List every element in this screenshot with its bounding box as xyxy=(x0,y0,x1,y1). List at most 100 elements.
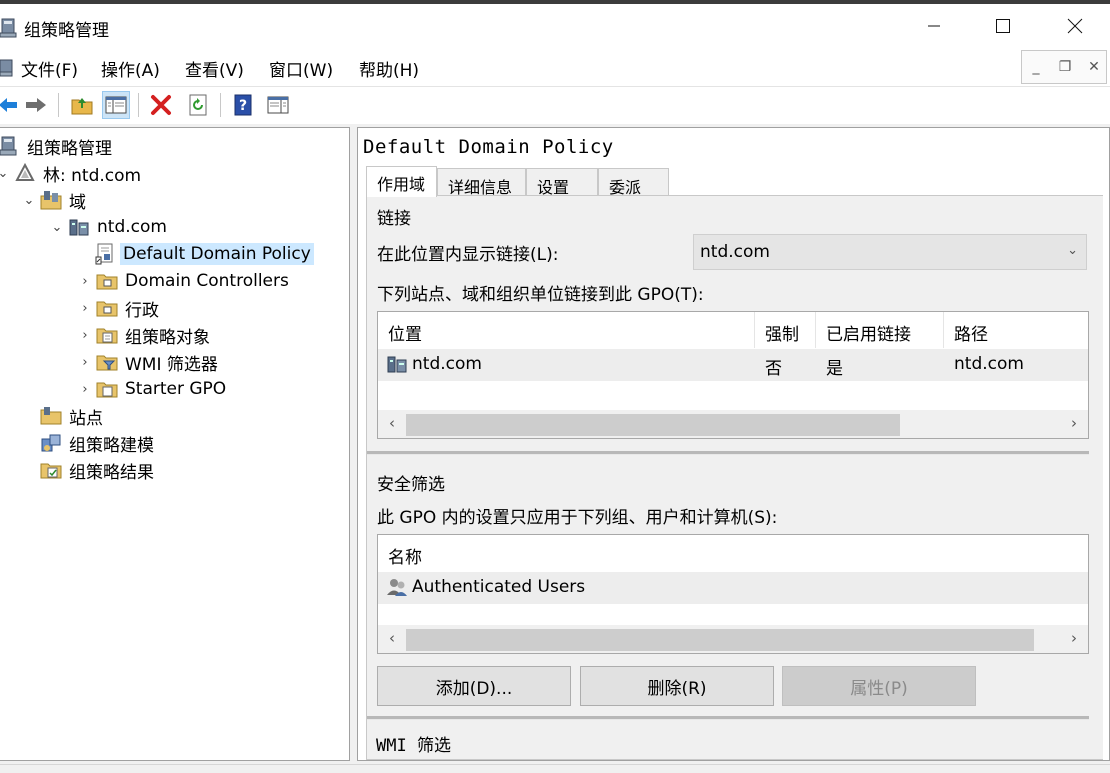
up-folder-button[interactable] xyxy=(68,91,96,119)
table-row[interactable]: ntd.com 否 是 ntd.com xyxy=(378,349,1088,381)
show-links-label: 在此位置内显示链接(L): xyxy=(377,245,559,265)
col-enforced[interactable]: 强制 xyxy=(755,312,816,348)
mdi-controls: _ ❐ ✕ xyxy=(1021,50,1107,84)
collapsed-chevron-icon[interactable]: › xyxy=(78,355,92,370)
starter-folder-icon xyxy=(96,378,118,400)
tree-item-default-domain-policy[interactable]: Default Domain Policy xyxy=(90,241,314,267)
collapsed-chevron-icon[interactable]: › xyxy=(78,274,92,289)
add-button[interactable]: 添加(D)... xyxy=(377,666,571,706)
detail-pane: Default Domain Policy 作用域 详细信息 设置 委派 链接 … xyxy=(357,127,1110,761)
delete-x-icon xyxy=(151,95,171,115)
show-hide-console-tree-button[interactable] xyxy=(102,91,130,119)
gpo-folder-icon xyxy=(96,324,118,346)
toolbar-separator xyxy=(220,93,221,117)
results-icon xyxy=(40,459,62,481)
tree-item-gp-results[interactable]: 组策略结果 xyxy=(36,457,157,483)
col-link-enabled[interactable]: 已启用链接 xyxy=(816,312,944,348)
tree-item-domain-controllers[interactable]: › Domain Controllers xyxy=(78,268,292,294)
user-group-icon xyxy=(387,579,407,596)
links-horizontal-scrollbar[interactable]: ‹ › xyxy=(378,410,1088,438)
menu-window[interactable]: 窗口(W) xyxy=(269,56,333,81)
tree-item-gpm-root[interactable]: 组策略管理 xyxy=(0,133,115,159)
svg-text:?: ? xyxy=(239,98,247,114)
properties-button[interactable]: 属性(P) xyxy=(782,666,976,706)
expanded-chevron-icon[interactable]: ⌄ xyxy=(0,166,10,181)
help-book-icon: ? xyxy=(234,94,252,116)
forward-arrow-icon xyxy=(26,98,46,112)
security-filtering-heading: 安全筛选 xyxy=(377,475,445,495)
security-filtering-label: 此 GPO 内的设置只应用于下列组、用户和计算机(S): xyxy=(377,508,778,528)
close-button[interactable] xyxy=(1040,4,1110,48)
location-dropdown-value: ntd.com xyxy=(700,242,770,262)
refresh-icon xyxy=(189,94,207,116)
tree-item-starter-gpo[interactable]: › Starter GPO xyxy=(78,376,229,402)
remove-button[interactable]: 删除(R) xyxy=(580,666,774,706)
gpo-title: Default Domain Policy xyxy=(363,136,614,158)
domain-icon xyxy=(387,356,407,373)
main-area: 组策略管理 ⌄ 林: ntd.com ⌄ 域 ⌄ ntd.com Default… xyxy=(0,124,1110,764)
forward-button[interactable] xyxy=(22,91,50,119)
ou-folder-icon xyxy=(96,297,118,319)
tree-item-ou-admin[interactable]: › 行政 xyxy=(78,295,162,321)
col-path[interactable]: 路径 xyxy=(944,312,1090,348)
menu-help[interactable]: 帮助(H) xyxy=(359,56,419,81)
scroll-right-icon[interactable]: › xyxy=(1062,629,1086,647)
tab-delegation[interactable]: 委派 xyxy=(598,168,669,197)
location-dropdown[interactable]: ntd.com ⌄ xyxy=(693,234,1087,270)
gpo-link-icon xyxy=(94,243,116,265)
maximize-button[interactable] xyxy=(968,4,1038,48)
security-filtering-table[interactable]: 名称 Authenticated Users ‹ › xyxy=(377,534,1089,654)
tree-item-gp-modeling[interactable]: 组策略建模 xyxy=(36,430,157,456)
expanded-chevron-icon[interactable]: ⌄ xyxy=(50,220,64,235)
col-name[interactable]: 名称 xyxy=(378,535,1090,571)
scrollbar-thumb[interactable] xyxy=(406,414,900,436)
linked-label: 下列站点、域和组织单位链接到此 GPO(T): xyxy=(377,285,704,305)
up-folder-icon xyxy=(71,98,93,115)
mmc-child-icon[interactable] xyxy=(0,57,14,77)
tree-item-sites[interactable]: 站点 xyxy=(36,403,106,429)
wmi-folder-icon xyxy=(96,351,118,373)
section-splitter[interactable] xyxy=(367,451,1089,455)
toolbar: ? xyxy=(0,86,1110,124)
tree-item-domains[interactable]: ⌄ 域 xyxy=(22,187,89,213)
back-button[interactable] xyxy=(0,91,22,119)
tree-item-wmi-filters[interactable]: › WMI 筛选器 xyxy=(78,349,221,375)
scroll-right-icon[interactable]: › xyxy=(1062,414,1086,432)
menu-action[interactable]: 操作(A) xyxy=(101,56,160,81)
gpm-app-icon xyxy=(0,18,18,38)
mdi-minimize-icon[interactable]: _ xyxy=(1024,54,1048,80)
sites-icon xyxy=(40,405,62,427)
expanded-chevron-icon[interactable]: ⌄ xyxy=(22,193,36,208)
delete-button[interactable] xyxy=(147,91,175,119)
links-table[interactable]: 位置 强制 已启用链接 路径 ntd.com 否 是 ntd.com ‹ › xyxy=(377,311,1089,439)
mdi-restore-icon[interactable]: ❐ xyxy=(1053,54,1077,80)
scroll-left-icon[interactable]: ‹ xyxy=(380,629,404,647)
collapsed-chevron-icon[interactable]: › xyxy=(78,382,92,397)
help-button[interactable]: ? xyxy=(229,91,257,119)
tree-item-domain-ntd[interactable]: ⌄ ntd.com xyxy=(50,214,170,240)
chevron-down-icon: ⌄ xyxy=(1067,243,1078,258)
tab-settings[interactable]: 设置 xyxy=(526,168,598,197)
tree-item-forest[interactable]: ⌄ 林: ntd.com xyxy=(0,160,144,186)
links-table-header: 位置 强制 已启用链接 路径 xyxy=(378,312,1088,348)
mdi-close-icon[interactable]: ✕ xyxy=(1082,54,1106,80)
scrollbar-thumb[interactable] xyxy=(406,629,1034,651)
table-cell-path: ntd.com xyxy=(954,354,1024,374)
table-row[interactable]: Authenticated Users xyxy=(378,572,1088,604)
tree-item-gpo-objects[interactable]: › 组策略对象 xyxy=(78,322,213,348)
section-splitter[interactable] xyxy=(367,716,1089,720)
tab-scope[interactable]: 作用域 xyxy=(366,166,437,197)
tab-details[interactable]: 详细信息 xyxy=(437,168,526,197)
scroll-left-icon[interactable]: ‹ xyxy=(380,414,404,432)
table-cell-location: ntd.com xyxy=(386,354,482,374)
minimize-button[interactable] xyxy=(899,4,969,48)
table-cell-link-enabled: 是 xyxy=(826,359,843,379)
collapsed-chevron-icon[interactable]: › xyxy=(78,328,92,343)
col-location[interactable]: 位置 xyxy=(378,312,755,348)
security-horizontal-scrollbar[interactable]: ‹ › xyxy=(378,625,1088,653)
menu-view[interactable]: 查看(V) xyxy=(185,56,244,81)
show-hide-action-pane-button[interactable] xyxy=(264,91,292,119)
refresh-button[interactable] xyxy=(184,91,212,119)
menu-file[interactable]: 文件(F) xyxy=(21,56,78,81)
collapsed-chevron-icon[interactable]: › xyxy=(78,301,92,316)
